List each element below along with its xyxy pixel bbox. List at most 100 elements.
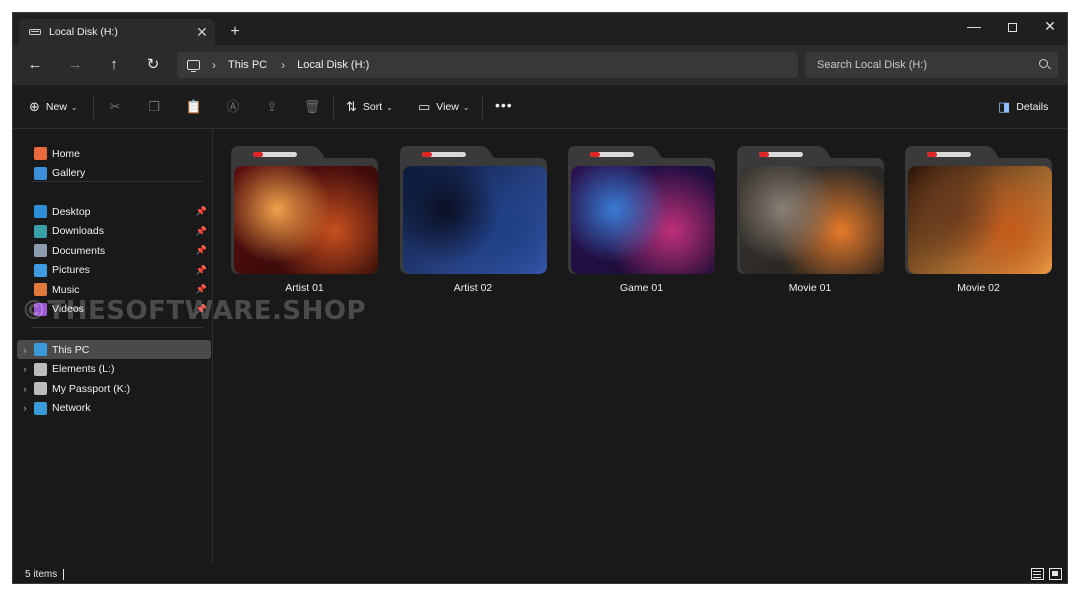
sidebar-item-home[interactable]: Home <box>17 144 211 163</box>
minimize-button[interactable]: — <box>955 13 993 41</box>
folder-thumbnail <box>402 166 547 274</box>
folder-label: Movie 02 <box>957 282 1000 294</box>
pin-icon[interactable]: 📌 <box>196 284 207 295</box>
sidebar-item-label: My Passport (K:) <box>52 382 131 395</box>
sidebar-divider <box>31 181 203 182</box>
tab-local-disk[interactable]: Local Disk (H:) ✕ <box>19 19 215 45</box>
drive-icon <box>29 29 41 35</box>
sort-icon: ⇅ <box>346 99 357 114</box>
title-bar: Local Disk (H:) ✕ + — ✕ <box>13 13 1067 45</box>
close-tab-icon[interactable]: ✕ <box>189 24 215 41</box>
pin-icon[interactable]: 📌 <box>196 245 207 256</box>
folder-thumbnail <box>234 166 378 274</box>
drive-icon <box>34 362 47 376</box>
network-icon <box>34 401 47 415</box>
sidebar-item-label: Music <box>52 283 80 296</box>
expand-chevron-icon[interactable]: › <box>17 384 33 394</box>
share-icon[interactable]: ⇪ <box>262 97 282 117</box>
plus-circle-icon: ⊕ <box>29 99 40 114</box>
cut-icon[interactable]: ✂ <box>105 97 125 117</box>
sidebar-item-music[interactable]: Music 📌 <box>17 280 211 299</box>
folder-item[interactable]: Game 01 <box>568 146 715 306</box>
folder-item[interactable]: Movie 02 <box>905 146 1052 306</box>
folder-label: Artist 01 <box>285 282 324 294</box>
address-bar[interactable]: › This PC › Local Disk (H:) <box>177 52 798 78</box>
sidebar-item-label: Network <box>52 402 91 414</box>
pictures-icon <box>34 263 47 277</box>
sidebar-item-label: Elements (L:) <box>52 363 115 375</box>
up-button[interactable]: ↑ <box>102 53 126 77</box>
chevron-right-icon[interactable]: › <box>212 58 216 72</box>
documents-icon <box>34 244 47 257</box>
pin-icon[interactable]: 📌 <box>196 226 207 237</box>
details-view-icon[interactable] <box>1031 568 1044 580</box>
sort-label: Sort <box>362 101 383 113</box>
chevron-down-icon: ⌄ <box>462 102 470 112</box>
search-input[interactable]: Search Local Disk (H:) <box>805 52 1058 78</box>
large-icons-view-icon[interactable] <box>1049 568 1062 580</box>
expand-chevron-icon[interactable]: › <box>17 364 33 374</box>
videos-icon <box>34 302 47 316</box>
sidebar-item-network[interactable]: › Network <box>17 399 211 418</box>
close-window-button[interactable]: ✕ <box>1031 13 1067 41</box>
folder-item[interactable]: Movie 01 <box>736 146 884 306</box>
sidebar-item-label: This PC <box>52 343 90 356</box>
sidebar-item-videos[interactable]: Videos 📌 <box>17 300 211 319</box>
new-button[interactable]: ⊕ New ⌄ <box>29 97 78 117</box>
view-label: View <box>436 101 459 113</box>
sidebar-item-my-passport-k[interactable]: › My Passport (K:) <box>17 379 211 398</box>
sidebar-item-gallery[interactable]: Gallery <box>17 164 211 183</box>
desktop-icon <box>34 205 47 218</box>
this-pc-icon <box>34 343 47 356</box>
breadcrumb-this-pc[interactable]: This PC <box>228 59 267 71</box>
view-button[interactable]: ▭ View ⌄ <box>418 97 470 117</box>
sidebar-item-label: Desktop <box>52 205 91 218</box>
chevron-down-icon: ⌄ <box>70 102 78 112</box>
delete-icon[interactable]: 🗑 <box>302 97 322 117</box>
new-tab-button[interactable]: + <box>225 22 245 42</box>
music-icon <box>34 283 47 296</box>
expand-chevron-icon[interactable]: › <box>17 345 33 355</box>
pin-icon[interactable]: 📌 <box>196 304 207 315</box>
refresh-button[interactable]: ↻ <box>141 53 165 77</box>
folder-label: Game 01 <box>619 282 664 294</box>
sidebar-item-label: Home <box>52 147 81 160</box>
folder-label: Movie 01 <box>788 282 832 294</box>
sidebar-item-label: Videos <box>52 303 84 315</box>
folder-thumbnail <box>908 166 1052 274</box>
breadcrumb-local-disk[interactable]: Local Disk (H:) <box>297 59 369 71</box>
expand-chevron-icon[interactable]: › <box>17 403 33 413</box>
back-button[interactable]: ← <box>23 53 47 77</box>
sidebar-item-pictures[interactable]: Pictures 📌 <box>17 261 211 280</box>
details-pane-icon: ◨ <box>998 99 1011 114</box>
chevron-right-icon[interactable]: › <box>281 58 285 72</box>
forward-button[interactable]: → <box>63 53 87 77</box>
sidebar-item-documents[interactable]: Documents 📌 <box>17 241 211 260</box>
toolbar-divider <box>482 95 483 119</box>
file-list: Artist 01 Artist 02 Game 01 Movie 01 Movie 0… <box>214 130 1067 564</box>
sidebar-item-this-pc[interactable]: › This PC <box>17 340 211 359</box>
drive-icon <box>34 382 47 395</box>
new-label: New <box>45 101 67 113</box>
gallery-icon <box>34 166 47 180</box>
sidebar-item-elements-l[interactable]: › Elements (L:) <box>17 360 211 379</box>
maximize-button[interactable] <box>993 13 1031 41</box>
pin-icon[interactable]: 📌 <box>196 265 207 276</box>
folder-thumbnail <box>739 166 884 274</box>
sidebar-item-downloads[interactable]: Downloads 📌 <box>17 222 211 241</box>
folder-item[interactable]: Artist 02 <box>399 146 547 306</box>
search-icon[interactable] <box>1039 59 1048 68</box>
sidebar-item-desktop[interactable]: Desktop 📌 <box>17 202 211 221</box>
pin-icon[interactable]: 📌 <box>196 206 207 217</box>
folder-item[interactable]: Artist 01 <box>231 146 378 306</box>
paste-icon[interactable]: 📋 <box>184 97 204 117</box>
more-options-button[interactable]: ••• <box>495 97 513 113</box>
details-pane-button[interactable]: ◨ Details <box>998 97 1048 117</box>
folder-thumbnail <box>571 166 715 274</box>
status-bar: 5 items <box>13 564 1067 583</box>
sidebar-item-label: Pictures <box>52 264 90 276</box>
items-count: 5 items <box>25 569 58 580</box>
sort-button[interactable]: ⇅ Sort ⌄ <box>346 97 393 117</box>
rename-icon[interactable]: Ⓐ <box>223 97 243 117</box>
copy-icon[interactable]: ❐ <box>144 97 164 117</box>
